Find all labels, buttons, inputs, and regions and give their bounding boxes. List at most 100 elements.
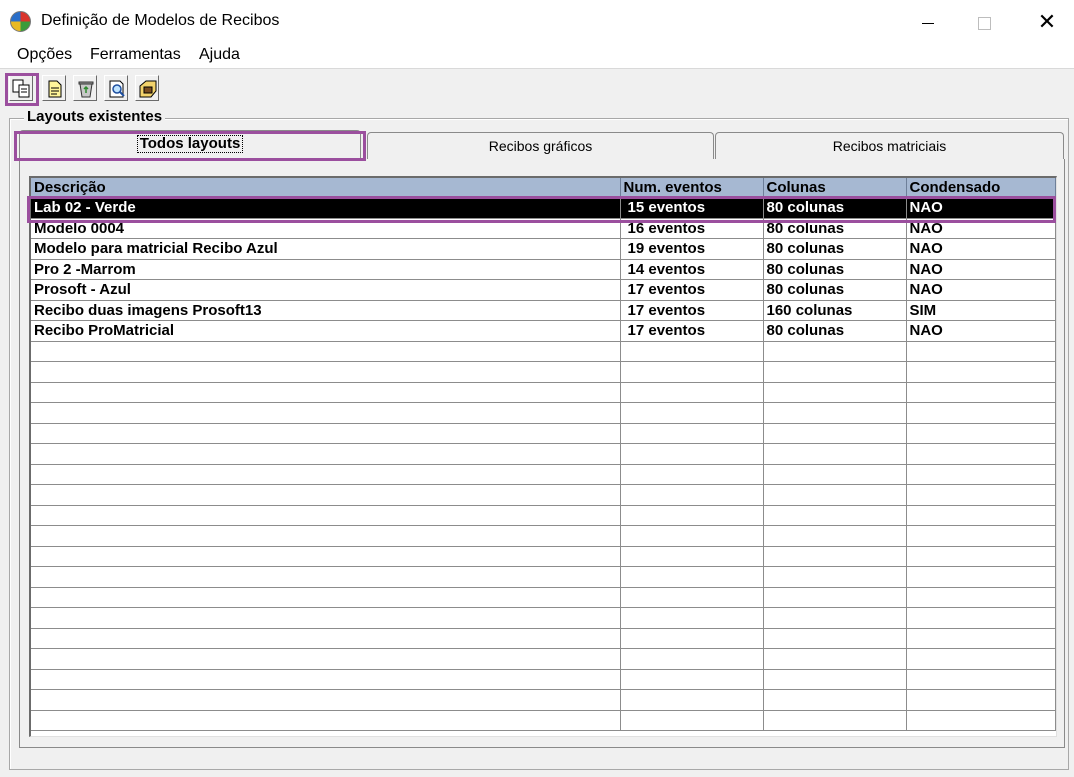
empty-cell <box>620 607 764 629</box>
empty-row <box>31 587 1056 608</box>
cell-colunas: 80 colunas <box>763 197 907 219</box>
cell-num-eventos: 17 eventos <box>620 279 764 301</box>
empty-cell <box>906 689 1056 711</box>
empty-cell <box>906 505 1056 526</box>
empty-row <box>31 546 1056 567</box>
layouts-table: Descrição Num. eventos Colunas Condensad… <box>31 178 1056 731</box>
column-header-num-eventos[interactable]: Num. eventos <box>620 178 764 198</box>
empty-cell <box>31 361 621 383</box>
column-header-descricao[interactable]: Descrição <box>31 178 621 198</box>
column-header-condensado[interactable]: Condensado <box>906 178 1056 198</box>
empty-cell <box>620 423 764 444</box>
empty-row <box>31 443 1056 465</box>
table-row[interactable]: Pro 2 -Marrom 14 eventos 80 colunas NAO <box>31 259 1056 280</box>
app-icon <box>10 11 31 32</box>
table-row[interactable]: Lab 02 - Verde 15 eventos 80 colunas NAO <box>31 197 1056 219</box>
menu-opcoes[interactable]: Opções <box>17 46 72 64</box>
empty-cell <box>31 423 621 444</box>
empty-cell <box>620 587 764 608</box>
empty-cell <box>31 669 621 690</box>
empty-cell <box>620 669 764 690</box>
empty-cell <box>31 464 621 485</box>
title-bar: Definição de Modelos de Recibos ✕ <box>0 0 1074 44</box>
edit-layout-button[interactable] <box>135 75 159 101</box>
empty-cell <box>31 689 621 711</box>
empty-cell <box>620 484 764 506</box>
table-row[interactable]: Modelo 0004 16 eventos 80 colunas NAO <box>31 218 1056 239</box>
cell-num-eventos: 14 eventos <box>620 259 764 280</box>
empty-cell <box>763 669 907 690</box>
empty-cell <box>763 607 907 629</box>
empty-cell <box>620 505 764 526</box>
empty-cell <box>31 628 621 649</box>
table-row[interactable]: Prosoft - Azul 17 eventos 80 colunas NAO <box>31 279 1056 301</box>
cell-descricao: Modelo 0004 <box>31 218 621 239</box>
column-header-colunas[interactable]: Colunas <box>763 178 907 198</box>
cell-num-eventos: 17 eventos <box>620 320 764 342</box>
empty-cell <box>31 648 621 670</box>
empty-cell <box>763 382 907 403</box>
empty-cell <box>620 689 764 711</box>
empty-cell <box>620 710 764 731</box>
empty-cell <box>763 505 907 526</box>
cell-colunas: 80 colunas <box>763 238 907 260</box>
empty-cell <box>31 402 621 424</box>
empty-cell <box>620 546 764 567</box>
cell-colunas: 80 colunas <box>763 218 907 239</box>
empty-cell <box>620 341 764 362</box>
cell-colunas: 160 colunas <box>763 300 907 321</box>
edit-tag-icon <box>139 80 157 98</box>
maximize-button[interactable] <box>961 0 1007 44</box>
empty-cell <box>763 484 907 506</box>
layouts-grid[interactable]: Descrição Num. eventos Colunas Condensad… <box>29 176 1057 737</box>
table-header-row: Descrição Num. eventos Colunas Condensad… <box>31 178 1056 198</box>
cell-descricao: Pro 2 -Marrom <box>31 259 621 280</box>
preview-layout-button[interactable] <box>104 75 128 101</box>
minimize-button[interactable] <box>905 0 951 44</box>
cell-condensado: NAO <box>906 320 1056 342</box>
empty-cell <box>906 525 1056 547</box>
empty-cell <box>763 710 907 731</box>
empty-cell <box>620 648 764 670</box>
table-row[interactable]: Recibo duas imagens Prosoft13 17 eventos 1… <box>31 300 1056 321</box>
empty-cell <box>906 443 1056 465</box>
empty-cell <box>620 566 764 588</box>
cell-condensado: NAO <box>906 259 1056 280</box>
delete-layout-button[interactable] <box>73 75 97 101</box>
empty-cell <box>906 587 1056 608</box>
empty-cell <box>906 607 1056 629</box>
empty-row <box>31 402 1056 424</box>
empty-cell <box>620 402 764 424</box>
minimize-icon <box>922 22 934 24</box>
menu-ajuda[interactable]: Ajuda <box>199 46 240 64</box>
empty-cell <box>31 505 621 526</box>
empty-cell <box>31 525 621 547</box>
empty-row <box>31 361 1056 383</box>
empty-cell <box>906 423 1056 444</box>
table-row[interactable]: Recibo ProMatricial 17 eventos 80 colunas N… <box>31 320 1056 342</box>
tab-recibos-graficos[interactable]: Recibos gráficos <box>367 132 714 159</box>
cell-num-eventos: 15 eventos <box>620 197 764 219</box>
tab-todos-layouts[interactable]: Todos layouts <box>19 130 361 160</box>
empty-cell <box>763 361 907 383</box>
table-row[interactable]: Modelo para matricial Recibo Azul 19 even… <box>31 238 1056 260</box>
empty-cell <box>31 546 621 567</box>
menu-ferramentas[interactable]: Ferramentas <box>90 46 181 64</box>
tab-recibos-matriciais[interactable]: Recibos matriciais <box>715 132 1064 159</box>
new-layout-button[interactable] <box>42 75 66 101</box>
empty-cell <box>763 648 907 670</box>
tab-label: Todos layouts <box>136 135 244 153</box>
empty-cell <box>906 566 1056 588</box>
menu-bar: Opções Ferramentas Ajuda <box>0 44 1074 69</box>
empty-cell <box>763 423 907 444</box>
copy-layout-icon <box>12 79 30 98</box>
empty-cell <box>906 361 1056 383</box>
cell-descricao: Prosoft - Azul <box>31 279 621 301</box>
empty-cell <box>31 341 621 362</box>
empty-cell <box>31 484 621 506</box>
empty-cell <box>620 628 764 649</box>
close-button[interactable]: ✕ <box>1024 0 1070 44</box>
empty-cell <box>763 443 907 465</box>
cell-condensado: NAO <box>906 279 1056 301</box>
copy-layout-button[interactable] <box>9 75 33 101</box>
